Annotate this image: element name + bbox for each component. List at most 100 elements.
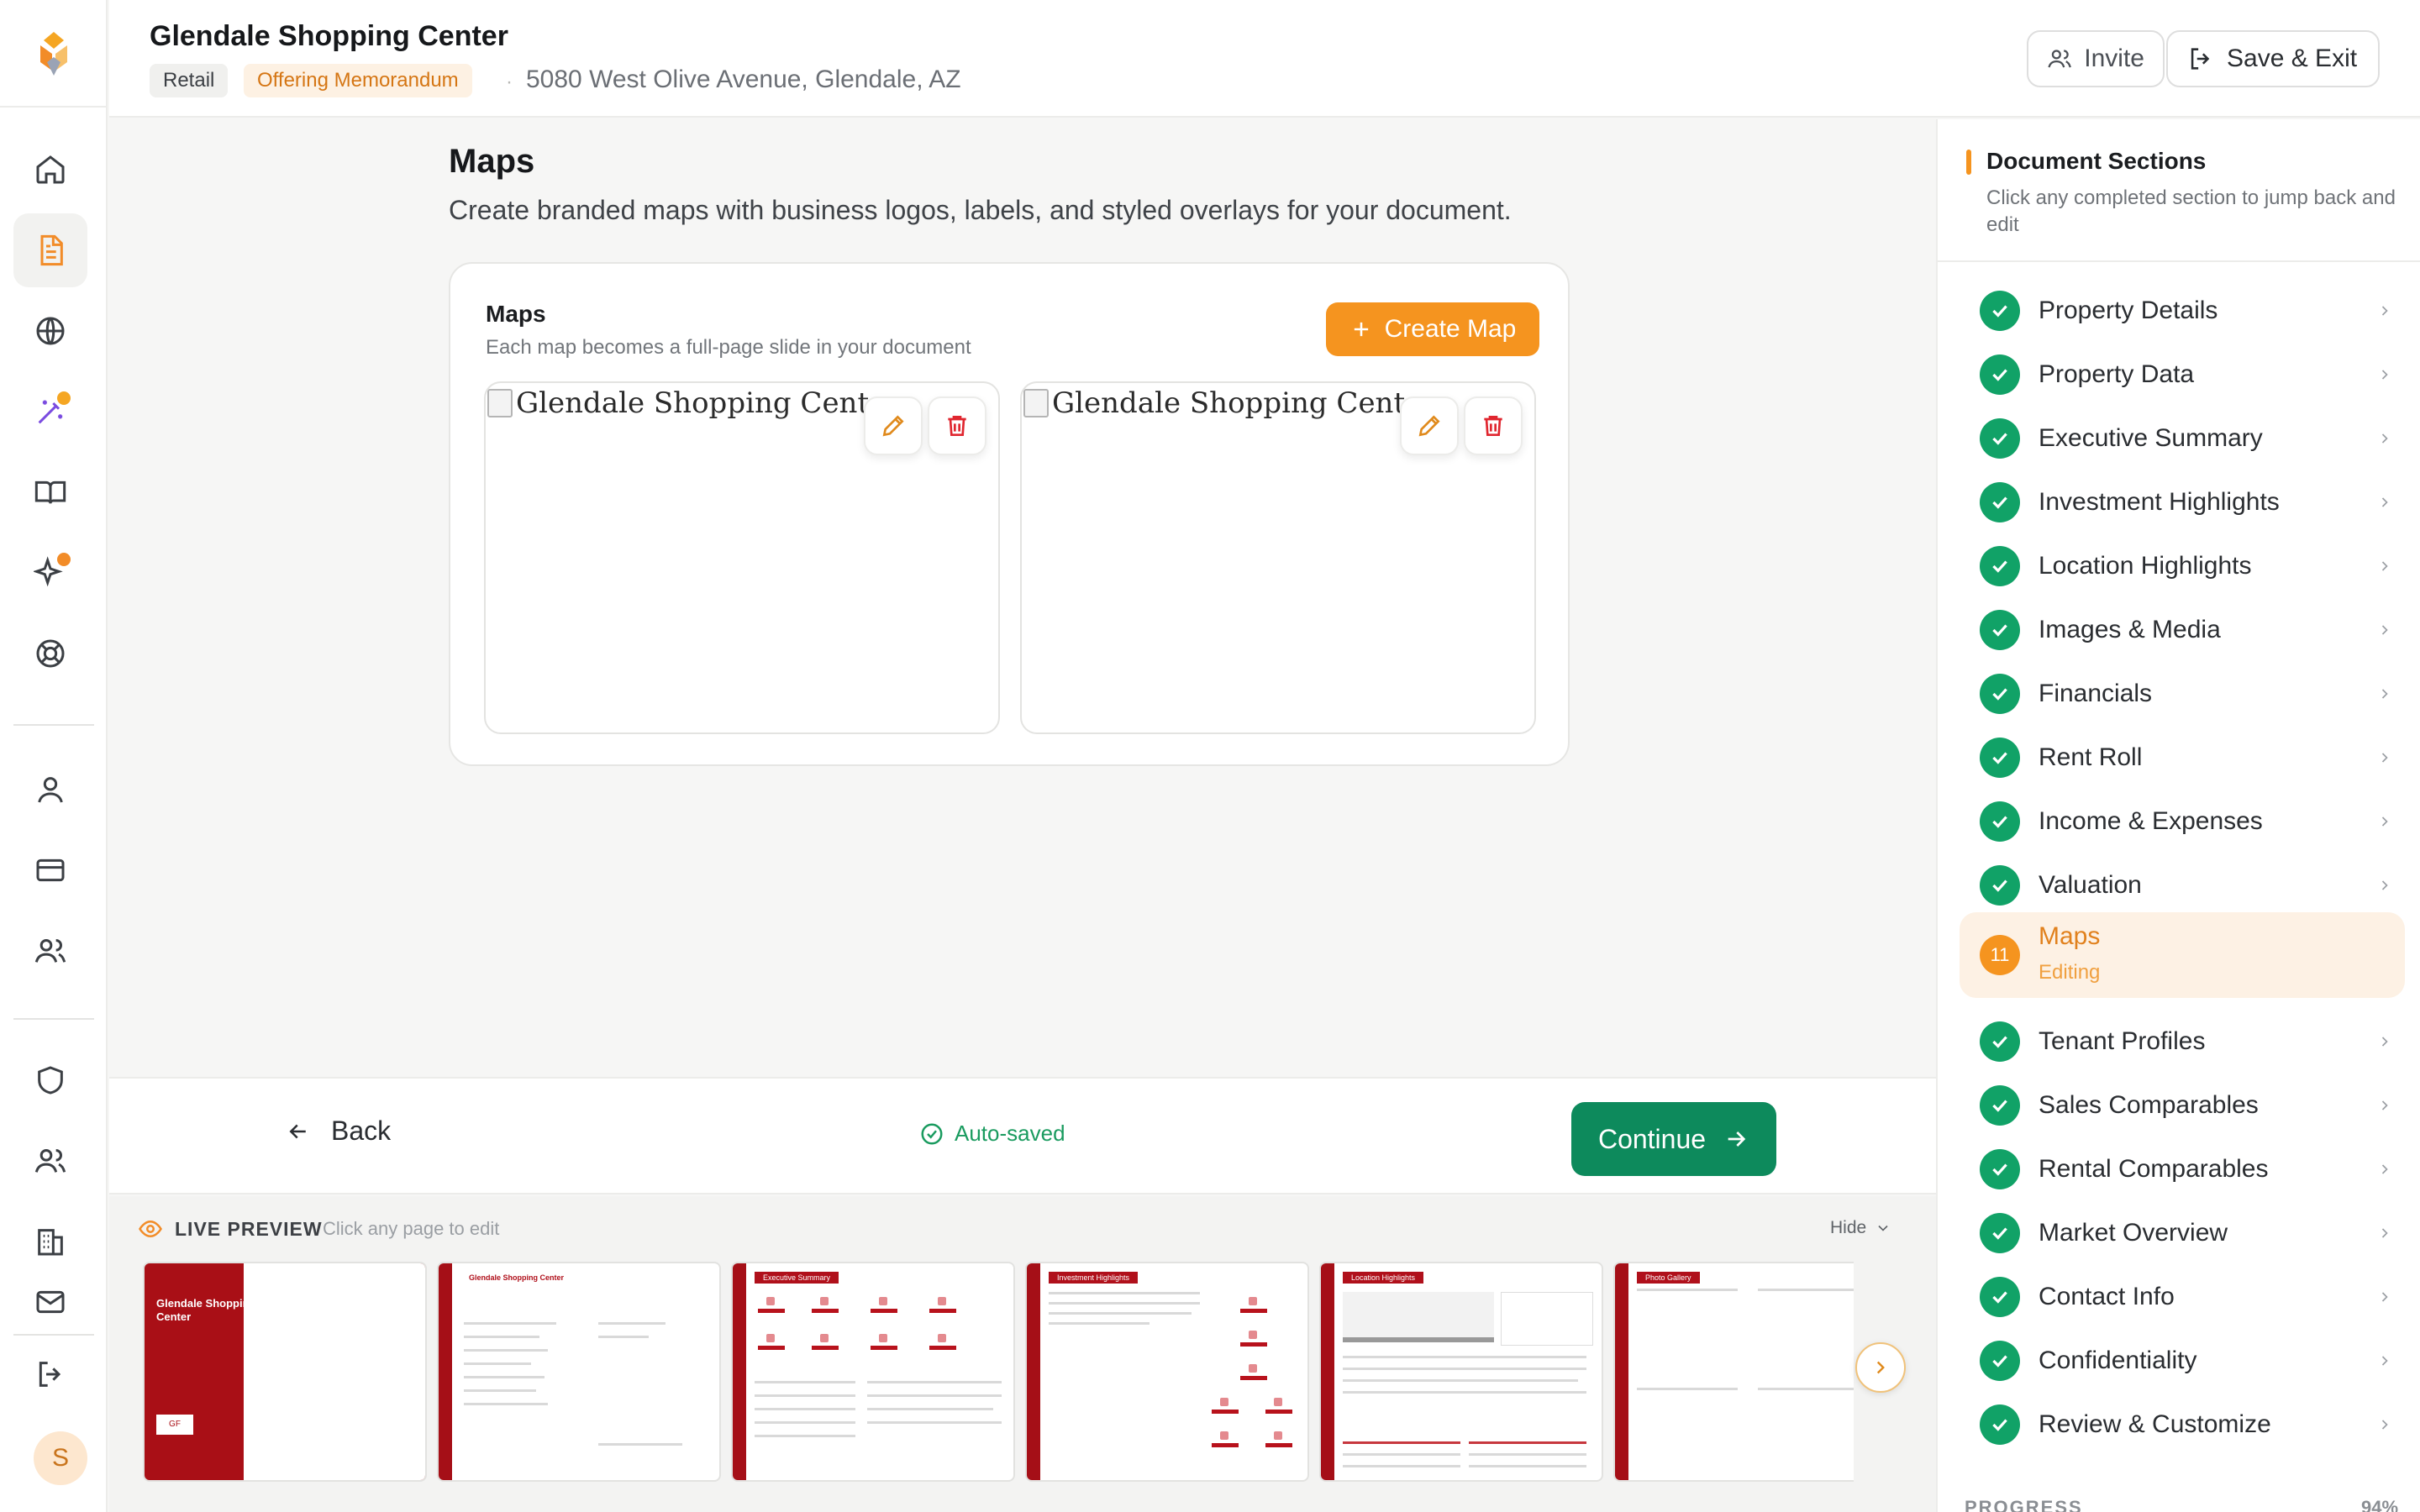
sidebar-item-maps[interactable]: 11 Maps Editing bbox=[1960, 912, 2405, 998]
broken-image-icon bbox=[487, 389, 513, 417]
preview-page[interactable]: Location Highlights bbox=[1319, 1262, 1603, 1482]
profile-nav-button[interactable] bbox=[13, 753, 87, 827]
text-line bbox=[867, 1394, 1002, 1397]
preview-next-button[interactable] bbox=[1855, 1342, 1906, 1393]
document-sections-sidebar: Document Sections Click any completed se… bbox=[1936, 119, 2420, 1512]
web-nav-button[interactable] bbox=[13, 294, 87, 368]
sidebar-item-contact-info[interactable]: Contact Info bbox=[1960, 1265, 2405, 1329]
chevron-right-icon bbox=[2381, 1037, 2388, 1047]
billing-nav-button[interactable] bbox=[13, 833, 87, 907]
avatar[interactable]: S bbox=[34, 1431, 87, 1485]
completed-check-badge bbox=[1980, 354, 2020, 395]
step-number-badge: 11 bbox=[1980, 935, 2020, 975]
preview-page[interactable]: Executive Summary bbox=[731, 1262, 1015, 1482]
save-exit-button[interactable]: Save & Exit bbox=[2166, 30, 2380, 87]
library-nav-button[interactable] bbox=[13, 455, 87, 529]
delete-map-button[interactable] bbox=[928, 396, 986, 455]
create-map-label: Create Map bbox=[1384, 315, 1517, 343]
notification-dot bbox=[57, 553, 71, 566]
sidebar-item-investment-highlights[interactable]: Investment Highlights bbox=[1960, 470, 2405, 534]
preview-page[interactable]: Investment Highlights bbox=[1025, 1262, 1309, 1482]
sidebar-item-sales-comparables[interactable]: Sales Comparables bbox=[1960, 1074, 2405, 1137]
check-icon bbox=[1992, 369, 2007, 381]
text-line bbox=[755, 1421, 855, 1424]
sidebar-item-valuation[interactable]: Valuation bbox=[1960, 853, 2405, 917]
preview-page-cover[interactable]: Glendale Shopping Center GF bbox=[143, 1262, 427, 1482]
sidebar-item-property-data[interactable]: Property Data bbox=[1960, 343, 2405, 407]
back-button[interactable]: Back bbox=[286, 1116, 391, 1147]
sidebar-item-label: Executive Summary bbox=[2039, 424, 2263, 452]
rail-divider bbox=[13, 724, 94, 726]
text-line bbox=[1049, 1312, 1192, 1315]
users-icon bbox=[2048, 50, 2071, 68]
security-nav-button[interactable] bbox=[13, 1043, 87, 1117]
text-line bbox=[1049, 1292, 1200, 1294]
preview-page[interactable]: Glendale Shopping Center bbox=[437, 1262, 721, 1482]
live-preview-panel: LIVE PREVIEW Click any page to edit Hide… bbox=[109, 1196, 1936, 1512]
preview-page-strip: Glendale Shopping Center GF Glendale Sho… bbox=[143, 1262, 1854, 1482]
completed-check-badge bbox=[1980, 865, 2020, 906]
delete-map-button[interactable] bbox=[1464, 396, 1523, 455]
home-nav-button[interactable] bbox=[13, 133, 87, 207]
team-nav-button[interactable] bbox=[13, 1124, 87, 1198]
stat-block bbox=[1237, 1364, 1270, 1386]
sidebar-item-images-media[interactable]: Images & Media bbox=[1960, 598, 2405, 662]
chevron-right-icon bbox=[2381, 816, 2388, 827]
preview-page-heading: Photo Gallery bbox=[1637, 1272, 1700, 1284]
sidebar-item-property-details[interactable]: Property Details bbox=[1960, 279, 2405, 343]
page-accent-bar bbox=[1321, 1263, 1334, 1480]
support-nav-button[interactable] bbox=[13, 617, 87, 690]
map-tile[interactable]: Glendale Shopping Center bbox=[484, 381, 1000, 734]
map-tile[interactable]: Glendale Shopping Center bbox=[1020, 381, 1536, 734]
chevron-right-icon bbox=[2381, 1292, 2388, 1302]
section-title: Maps bbox=[449, 143, 535, 180]
sidebar-item-executive-summary[interactable]: Executive Summary bbox=[1960, 407, 2405, 470]
stat-block bbox=[1262, 1398, 1296, 1420]
text-line bbox=[755, 1381, 855, 1383]
sidebar-item-confidentiality[interactable]: Confidentiality bbox=[1960, 1329, 2405, 1393]
sidebar-item-rent-roll[interactable]: Rent Roll bbox=[1960, 726, 2405, 790]
hide-preview-button[interactable]: Hide bbox=[1830, 1218, 1891, 1238]
accent-bar bbox=[1966, 150, 1971, 175]
contacts-nav-button[interactable] bbox=[13, 914, 87, 988]
pencil-icon bbox=[1418, 415, 1440, 437]
sidebar-item-label: Financials bbox=[2039, 680, 2153, 707]
check-circle-icon bbox=[921, 1123, 943, 1144]
ai-nav-button[interactable] bbox=[13, 375, 87, 449]
completed-check-badge bbox=[1980, 801, 2020, 842]
completed-check-badge bbox=[1980, 1085, 2020, 1126]
invite-button[interactable]: Invite bbox=[2027, 30, 2165, 87]
preview-page[interactable]: Photo Gallery bbox=[1613, 1262, 1854, 1482]
sidebar-item-market-overview[interactable]: Market Overview bbox=[1960, 1201, 2405, 1265]
mail-nav-button[interactable] bbox=[13, 1285, 87, 1319]
sidebar-item-location-highlights[interactable]: Location Highlights bbox=[1960, 534, 2405, 598]
text-line bbox=[464, 1322, 556, 1325]
sidebar-item-rental-comparables[interactable]: Rental Comparables bbox=[1960, 1137, 2405, 1201]
app-logo-icon[interactable] bbox=[29, 29, 79, 79]
continue-button[interactable]: Continue bbox=[1571, 1102, 1776, 1176]
eye-icon bbox=[139, 1220, 162, 1238]
sidebar-item-financials[interactable]: Financials bbox=[1960, 662, 2405, 726]
trash-icon bbox=[1484, 416, 1502, 436]
autosave-label: Auto-saved bbox=[955, 1121, 1065, 1146]
documents-nav-button[interactable] bbox=[13, 213, 87, 287]
highlights-nav-button[interactable] bbox=[13, 536, 87, 610]
edit-map-button[interactable] bbox=[864, 396, 923, 455]
chevron-right-icon bbox=[2381, 1420, 2388, 1430]
text-line bbox=[1049, 1322, 1150, 1325]
text-line bbox=[1343, 1368, 1586, 1370]
create-map-button[interactable]: Create Map bbox=[1326, 302, 1539, 356]
completed-check-badge bbox=[1980, 291, 2020, 331]
sidebar-item-review-customize[interactable]: Review & Customize bbox=[1960, 1393, 2405, 1457]
sidebar-item-income-expenses[interactable]: Income & Expenses bbox=[1960, 790, 2405, 853]
sidebar-item-label: Rental Comparables bbox=[2039, 1155, 2269, 1183]
edit-map-button[interactable] bbox=[1400, 396, 1459, 455]
properties-nav-button[interactable] bbox=[13, 1205, 87, 1278]
autosave-status: Auto-saved bbox=[919, 1121, 1065, 1147]
chevron-right-icon bbox=[2381, 370, 2388, 380]
section-subtitle: Create branded maps with business logos,… bbox=[449, 195, 1512, 225]
mail-icon bbox=[36, 1290, 65, 1314]
logout-nav-button[interactable] bbox=[13, 1337, 87, 1411]
sidebar-item-tenant-profiles[interactable]: Tenant Profiles bbox=[1960, 1010, 2405, 1074]
completed-check-badge bbox=[1980, 738, 2020, 778]
